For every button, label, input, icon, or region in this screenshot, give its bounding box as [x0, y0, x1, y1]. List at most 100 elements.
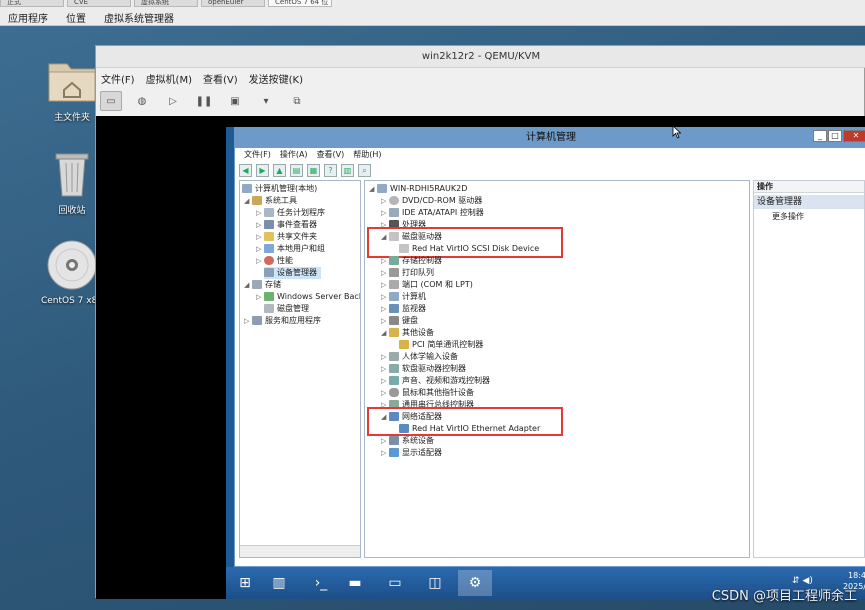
system-device-icon	[389, 436, 399, 445]
device-sound[interactable]: ▷ 声音、视频和游戏控制器	[381, 375, 490, 387]
device-print-queues[interactable]: ▷ 打印队列	[381, 267, 434, 279]
up-button[interactable]: ▲	[273, 163, 286, 177]
device-dvd[interactable]: ▷ DVD/CD-ROM 驱动器	[381, 195, 482, 207]
device-system[interactable]: ▷ 系统设备	[381, 435, 434, 447]
device-keyboards[interactable]: ▷ 键盘	[381, 315, 418, 327]
tab-3[interactable]: 虚拟系统	[134, 0, 198, 7]
nav-shared-folders[interactable]: ▷ 共享文件夹	[256, 231, 317, 243]
qemu-menu-view[interactable]: 查看(V)	[203, 71, 238, 86]
start-button[interactable]: ⊞	[228, 570, 262, 596]
expand-icon: ▷	[381, 437, 387, 445]
nav-tree-pane: 计算机管理(本地) ◢ 系统工具 ▷ 任务计划程序 ▷ 事件查看器 ▷ 共享文件夹 ▷ 本…	[239, 180, 361, 558]
nav-horizontal-scrollbar[interactable]	[240, 545, 360, 557]
cm-menu-view[interactable]: 查看(V)	[317, 148, 345, 161]
play-icon: ▷	[169, 95, 177, 107]
close-button[interactable]: ✕	[843, 130, 865, 142]
console-view-button[interactable]: ▭	[100, 91, 122, 111]
ide-icon	[389, 208, 399, 217]
event-icon	[264, 220, 274, 229]
taskbar-cmd[interactable]: ▭	[378, 570, 412, 596]
taskbar-computer-management[interactable]: ⚙	[458, 570, 492, 596]
tab-5-active[interactable]: CentOS 7 64 位	[268, 0, 332, 7]
vm-screen[interactable]: 计算机管理 _ □ ✕ 文件(F) 操作(A) 查看(V) 帮助(H) ◀ ▶ …	[96, 116, 865, 599]
minimize-button[interactable]: _	[813, 130, 827, 142]
tab-2[interactable]: CVE	[67, 0, 131, 7]
device-computer[interactable]: ▷ 计算机	[381, 291, 426, 303]
nav-services[interactable]: ▷ 服务和应用程序	[244, 315, 321, 327]
taskbar-powershell[interactable]: ›_	[304, 570, 338, 596]
taskbar-control-panel[interactable]: ◫	[418, 570, 452, 596]
chevron-down-icon: ▾	[263, 95, 269, 107]
help-icon: ?	[328, 165, 333, 175]
show-hide-tree-button[interactable]: ▤	[290, 163, 303, 177]
computer-icon	[377, 184, 387, 193]
nav-system-tools[interactable]: ◢ 系统工具	[244, 195, 297, 207]
cm-menu-action[interactable]: 操作(A)	[280, 148, 308, 161]
qemu-menu-vm[interactable]: 虚拟机(M)	[146, 71, 192, 86]
virt-manager-menu[interactable]: 虚拟系统管理器	[104, 10, 174, 25]
device-ide[interactable]: ▷ IDE ATA/ATAPI 控制器	[381, 207, 484, 219]
device-other[interactable]: ◢ 其他设备	[381, 327, 434, 339]
nav-device-manager[interactable]: 设备管理器	[264, 267, 321, 279]
qemu-menu-sendkey[interactable]: 发送按键(K)	[249, 71, 303, 86]
device-hid[interactable]: ▷ 人体学输入设备	[381, 351, 458, 363]
maximize-button[interactable]: □	[828, 130, 842, 142]
expand-icon: ▷	[381, 449, 387, 457]
backup-icon	[264, 292, 274, 301]
sound-icon	[389, 376, 399, 385]
help-button[interactable]: ?	[324, 163, 337, 177]
cm-menu-file[interactable]: 文件(F)	[244, 148, 271, 161]
services-icon	[252, 316, 262, 325]
back-button[interactable]: ◀	[239, 163, 252, 177]
tab-4[interactable]: openEuler	[201, 0, 265, 7]
device-root[interactable]: ◢ WIN-RDHI5RAUK2D	[369, 183, 467, 195]
cm-menubar: 文件(F) 操作(A) 查看(V) 帮助(H)	[235, 148, 865, 161]
qemu-toolbar: ▭ ◍ ▷ ❚❚ ▣ ▾ ⧉	[96, 88, 865, 114]
device-mice[interactable]: ▷ 鼠标和其他指针设备	[381, 387, 474, 399]
device-display[interactable]: ▷ 显示适配器	[381, 447, 442, 459]
power-button[interactable]: ▣	[224, 91, 246, 111]
cm-menu-help[interactable]: 帮助(H)	[353, 148, 381, 161]
nav-disk-management[interactable]: 磁盘管理	[264, 303, 309, 315]
floppy-icon	[389, 364, 399, 373]
fullscreen-button[interactable]: ⧉	[286, 91, 308, 111]
nav-root[interactable]: 计算机管理(本地)	[242, 183, 317, 195]
device-storage-controllers[interactable]: ▷ 存储控制器	[381, 255, 442, 267]
device-pci-comm[interactable]: PCI 简单通讯控制器	[399, 339, 483, 351]
computer-icon	[242, 184, 252, 193]
folder-icon: ▬	[348, 575, 362, 591]
collapse-icon: ◢	[381, 329, 387, 337]
nav-storage[interactable]: ◢ 存储	[244, 279, 281, 291]
pause-button[interactable]: ❚❚	[193, 91, 215, 111]
action-section[interactable]: 设备管理器	[754, 195, 864, 209]
device-ports[interactable]: ▷ 端口 (COM 和 LPT)	[381, 279, 473, 291]
forward-button[interactable]: ▶	[256, 163, 269, 177]
server-manager-icon: ▥	[272, 575, 286, 591]
places-menu[interactable]: 位置	[66, 10, 86, 25]
more-actions-link[interactable]: 更多操作	[772, 211, 804, 223]
nav-task-scheduler[interactable]: ▷ 任务计划程序	[256, 207, 325, 219]
expand-icon: ▷	[381, 317, 387, 325]
scan-hardware-button[interactable]: ⌕	[358, 163, 371, 177]
app-menu: 应用程序 位置 虚拟系统管理器	[0, 9, 184, 25]
view-button[interactable]: ▥	[341, 163, 354, 177]
power-dropdown[interactable]: ▾	[255, 91, 277, 111]
nav-performance[interactable]: ▷ 性能	[256, 255, 293, 267]
nav-windows-backup[interactable]: ▷ Windows Server Back	[256, 291, 360, 303]
nav-event-viewer[interactable]: ▷ 事件查看器	[256, 219, 317, 231]
properties-button[interactable]: ▦	[307, 163, 320, 177]
computer-icon	[389, 292, 399, 301]
tab-1[interactable]: 正式	[0, 0, 64, 7]
nav-local-users[interactable]: ▷ 本地用户和组	[256, 243, 325, 255]
taskbar-server-manager[interactable]: ▥	[262, 570, 296, 596]
applications-menu[interactable]: 应用程序	[8, 10, 48, 25]
device-monitors[interactable]: ▷ 监视器	[381, 303, 426, 315]
maximize-icon: □	[831, 131, 839, 140]
computer-management-window: 计算机管理 _ □ ✕ 文件(F) 操作(A) 查看(V) 帮助(H) ◀ ▶ …	[234, 127, 865, 567]
device-floppy[interactable]: ▷ 软盘驱动器控制器	[381, 363, 466, 375]
expand-icon: ▷	[256, 209, 262, 217]
taskbar-explorer[interactable]: ▬	[338, 570, 372, 596]
qemu-menu-file[interactable]: 文件(F)	[101, 71, 135, 86]
details-view-button[interactable]: ◍	[131, 91, 153, 111]
run-button[interactable]: ▷	[162, 91, 184, 111]
